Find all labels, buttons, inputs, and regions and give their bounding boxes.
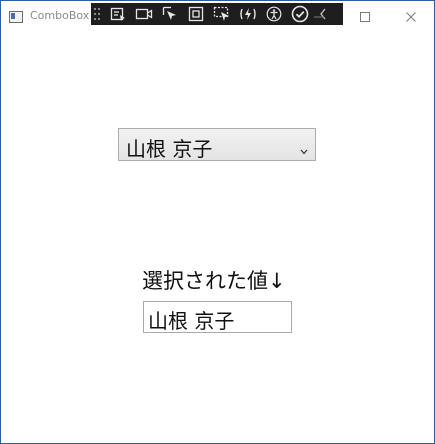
accessibility-icon[interactable] bbox=[261, 3, 287, 25]
minimize-button[interactable] bbox=[296, 1, 342, 32]
title-bar[interactable]: ComboBox bbox=[1, 1, 434, 32]
app-icon bbox=[9, 11, 23, 23]
maximize-icon bbox=[360, 11, 370, 22]
maximize-button[interactable] bbox=[342, 1, 388, 32]
hot-reload-icon[interactable] bbox=[235, 3, 261, 25]
toolbar-grip[interactable] bbox=[91, 3, 105, 25]
selected-value-text: 山根 京子 bbox=[148, 309, 235, 333]
app-window: ComboBox 山根 京子 選択された値↓ 山根 京子 bbox=[0, 0, 435, 444]
close-icon bbox=[406, 11, 416, 22]
selected-value-textbox[interactable]: 山根 京子 bbox=[143, 301, 292, 333]
minimize-icon bbox=[314, 16, 324, 17]
live-visual-tree-icon[interactable] bbox=[105, 3, 131, 25]
person-combobox[interactable]: 山根 京子 bbox=[118, 128, 316, 161]
combobox-selected-text: 山根 京子 bbox=[126, 137, 213, 161]
close-button[interactable] bbox=[388, 1, 434, 32]
select-element-icon[interactable] bbox=[157, 3, 183, 25]
window-title: ComboBox bbox=[30, 9, 90, 22]
chevron-down-icon bbox=[300, 140, 308, 159]
track-focus-icon[interactable] bbox=[209, 3, 235, 25]
display-layout-adorners-icon[interactable] bbox=[183, 3, 209, 25]
camera-icon[interactable] bbox=[131, 3, 157, 25]
selected-value-label: 選択された値↓ bbox=[142, 269, 286, 293]
